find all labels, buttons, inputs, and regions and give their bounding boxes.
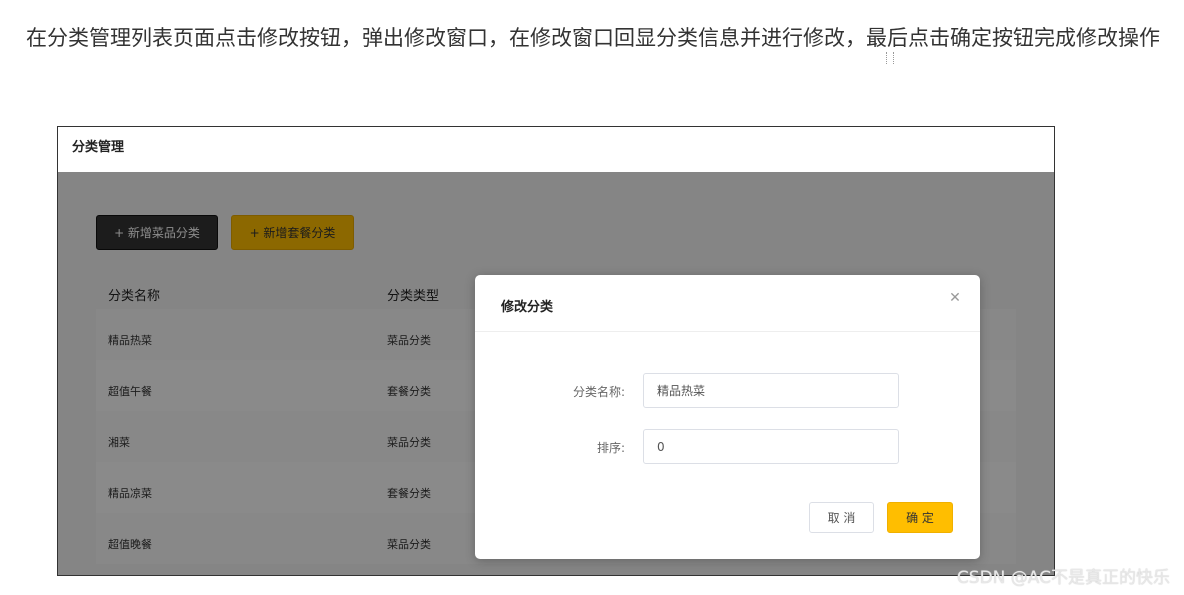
sort-order-label: 排序: [596, 441, 625, 455]
close-icon[interactable]: ✕ [948, 291, 962, 305]
page-title: 分类管理 [72, 140, 125, 155]
dialog-header: 修改分类 ✕ [475, 275, 980, 332]
screenshot-frame: 分类管理 + 新增菜品分类 + 新增套餐分类 分类名称 分类类型 精品热菜 菜品… [57, 126, 1055, 576]
text-cursor-icon [886, 52, 894, 64]
category-name-input[interactable] [643, 373, 899, 408]
confirm-button[interactable]: 确 定 [887, 502, 953, 533]
page-header: 分类管理 [58, 127, 1054, 173]
sort-order-input[interactable] [643, 429, 899, 464]
edit-category-dialog: 修改分类 ✕ 分类名称: 排序: 取 消 确 定 [475, 275, 980, 559]
dialog-title: 修改分类 [501, 300, 554, 315]
watermark: CSDN @AC不是真正的快乐 [956, 568, 1170, 588]
cancel-button[interactable]: 取 消 [809, 502, 874, 533]
instruction-paragraph: 在分类管理列表页面点击修改按钮，弹出修改窗口，在修改窗口回显分类信息并进行修改，… [26, 26, 1160, 50]
category-name-label: 分类名称: [572, 385, 625, 399]
